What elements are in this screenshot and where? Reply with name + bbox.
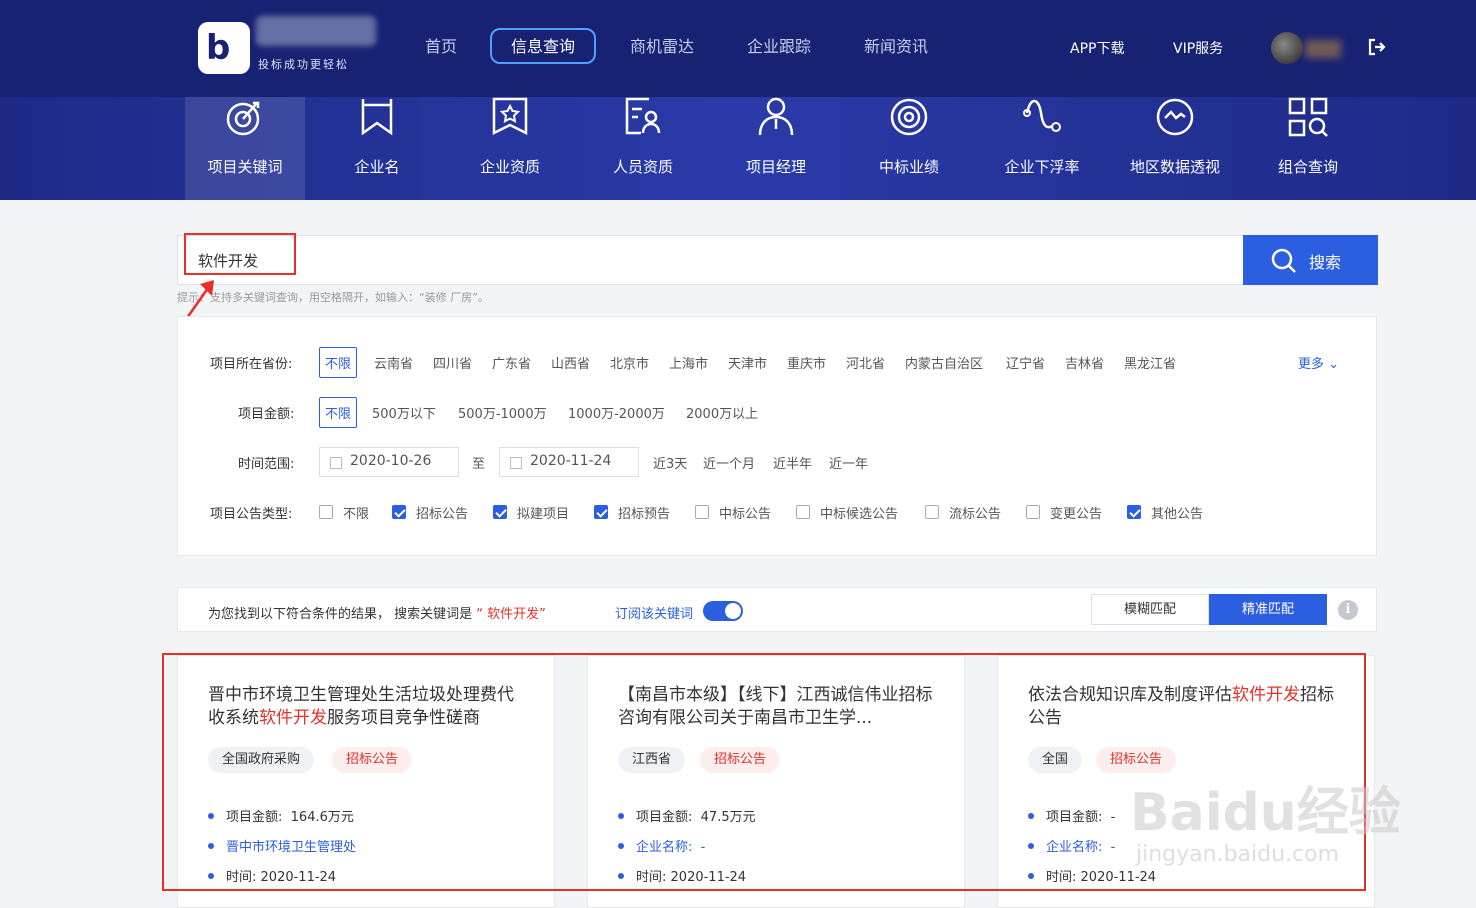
- quick-range-option[interactable]: 近半年: [773, 453, 812, 472]
- subscribe-keyword-link[interactable]: 订阅该关键词: [615, 603, 693, 622]
- baidu-watermark-url: jingyan.baidu.com: [1136, 842, 1340, 867]
- province-option[interactable]: 云南省: [374, 353, 413, 372]
- query-type-regional-data[interactable]: 地区数据透视: [1115, 97, 1235, 200]
- query-type-bar: 项目关键词 企业名 企业资质 人员资质 项目经理 中标业绩 企业下浮率 地区数据…: [0, 97, 1476, 200]
- trend-curve-icon: [1023, 99, 1061, 132]
- checkbox[interactable]: [319, 505, 333, 519]
- province-option[interactable]: 山西省: [551, 353, 590, 372]
- query-type-personnel-qualification[interactable]: 人员资质: [583, 97, 703, 200]
- baidu-watermark: Baidu经验: [1130, 783, 1401, 843]
- grid-search-icon: [1288, 97, 1328, 137]
- province-option[interactable]: 重庆市: [787, 353, 826, 372]
- search-hint: 提示：支持多关键词查询，用空格隔开，如输入：“装修 厂房”。: [177, 291, 489, 304]
- more-provinces-button[interactable]: 更多 ⌄: [1298, 353, 1339, 372]
- query-type-company-name[interactable]: 企业名: [317, 97, 437, 200]
- province-option[interactable]: 不限: [319, 347, 358, 378]
- amount-option[interactable]: 500万以下: [372, 403, 436, 422]
- nav-home[interactable]: 首页: [425, 30, 457, 66]
- bullseye-icon: [890, 98, 928, 136]
- province-option[interactable]: 四川省: [433, 353, 472, 372]
- quick-range-option[interactable]: 近3天: [653, 453, 687, 472]
- province-filter-row: 项目所在省份: 不限 云南省 四川省 广东省 山西省 北京市 上海市 天津市 重…: [178, 347, 1378, 378]
- province-option[interactable]: 广东省: [492, 353, 531, 372]
- query-type-winning-record[interactable]: 中标业绩: [849, 97, 969, 200]
- filter-panel: 项目所在省份: 不限 云南省 四川省 广东省 山西省 北京市 上海市 天津市 重…: [177, 316, 1377, 556]
- quick-range-option[interactable]: 近一年: [829, 453, 868, 472]
- exact-match-button[interactable]: 精准匹配: [1209, 594, 1327, 625]
- nav-company-tracking[interactable]: 企业跟踪: [747, 30, 811, 66]
- province-option[interactable]: 河北省: [846, 353, 885, 372]
- amount-option[interactable]: 1000万-2000万: [568, 403, 665, 422]
- subscribe-toggle[interactable]: [703, 601, 743, 621]
- nav-info-query[interactable]: 信息查询: [490, 28, 597, 64]
- province-option[interactable]: 内蒙古自治区: [905, 353, 983, 372]
- nav-news[interactable]: 新闻资讯: [864, 30, 928, 66]
- date-from-field[interactable]: 2020-10-26: [319, 447, 459, 477]
- info-icon[interactable]: i: [1338, 600, 1358, 620]
- time-filter-row: 时间范围: 2020-10-26 至 2020-11-24 近3天 近一个月 近…: [178, 447, 1378, 477]
- amount-option[interactable]: 2000万以上: [686, 403, 758, 422]
- province-option[interactable]: 黑龙江省: [1124, 353, 1176, 372]
- query-type-company-qualification[interactable]: 企业资质: [450, 97, 570, 200]
- search-button[interactable]: 搜索: [1243, 235, 1378, 285]
- amount-option[interactable]: 500万-1000万: [458, 403, 547, 422]
- amount-filter-row: 项目金额: 不限 500万以下 500万-1000万 1000万-2000万 2…: [178, 397, 1378, 428]
- annotation-box-search: [184, 233, 296, 275]
- username-blurred: [1305, 40, 1341, 58]
- checkbox[interactable]: [493, 505, 507, 519]
- logo-text-blurred: [256, 16, 376, 46]
- province-option[interactable]: 上海市: [669, 353, 708, 372]
- user-avatar[interactable]: [1271, 32, 1303, 64]
- province-option[interactable]: 辽宁省: [1006, 353, 1045, 372]
- search-input[interactable]: [178, 236, 1242, 284]
- results-summary-bar: 为您找到以下符合条件的结果， 搜索关键词是 “ 软件开发” 订阅该关键词 模糊匹…: [177, 587, 1377, 632]
- nav-opportunity-radar[interactable]: 商机雷达: [630, 30, 694, 66]
- amount-option[interactable]: 不限: [319, 397, 358, 428]
- date-to-field[interactable]: 2020-11-24: [499, 447, 639, 477]
- province-option[interactable]: 吉林省: [1065, 353, 1104, 372]
- search-box: 搜索: [177, 235, 1378, 285]
- search-icon: [1271, 248, 1296, 273]
- checkbox[interactable]: [392, 505, 406, 519]
- person-document-icon: [625, 97, 661, 135]
- bookmark-icon: [361, 99, 393, 136]
- checkbox[interactable]: [1127, 505, 1141, 519]
- province-option[interactable]: 北京市: [610, 353, 649, 372]
- checkbox[interactable]: [594, 505, 608, 519]
- checkbox[interactable]: [695, 505, 709, 519]
- logo-slogan: 投标成功更轻松: [258, 58, 349, 71]
- vip-service-link[interactable]: VIP服务: [1173, 38, 1223, 58]
- logout-icon[interactable]: [1368, 38, 1386, 56]
- results-summary: 为您找到以下符合条件的结果， 搜索关键词是 “ 软件开发”: [208, 607, 546, 622]
- site-logo[interactable]: b: [198, 22, 250, 74]
- checkbox[interactable]: [796, 505, 810, 519]
- chevron-down-icon: ⌄: [1328, 357, 1340, 372]
- checkbox[interactable]: [925, 505, 939, 519]
- date-separator: 至: [472, 457, 486, 472]
- calendar-icon: [330, 457, 342, 469]
- quick-range-option[interactable]: 近一个月: [703, 453, 755, 472]
- query-type-project-keyword[interactable]: 项目关键词: [185, 97, 305, 200]
- query-type-combined[interactable]: 组合查询: [1248, 97, 1368, 200]
- checkbox[interactable]: [1026, 505, 1040, 519]
- certificate-star-icon: [492, 97, 528, 136]
- fuzzy-match-button[interactable]: 模糊匹配: [1091, 594, 1209, 625]
- query-type-discount-rate[interactable]: 企业下浮率: [982, 97, 1102, 200]
- calendar-icon: [510, 457, 522, 469]
- target-icon: [226, 101, 260, 136]
- query-type-project-manager[interactable]: 项目经理: [716, 97, 836, 200]
- notice-type-filter-row: 项目公告类型: 不限 招标公告 拟建项目 招标预告 中标公告 中标候选公告 流标…: [210, 505, 1204, 522]
- province-option[interactable]: 天津市: [728, 353, 767, 372]
- user-icon: [758, 97, 794, 136]
- top-navbar: b 投标成功更轻松 首页 信息查询 商机雷达 企业跟踪 新闻资讯 APP下载 V…: [0, 0, 1476, 97]
- app-download-link[interactable]: APP下载: [1070, 38, 1124, 58]
- chart-circle-icon: [1156, 98, 1194, 136]
